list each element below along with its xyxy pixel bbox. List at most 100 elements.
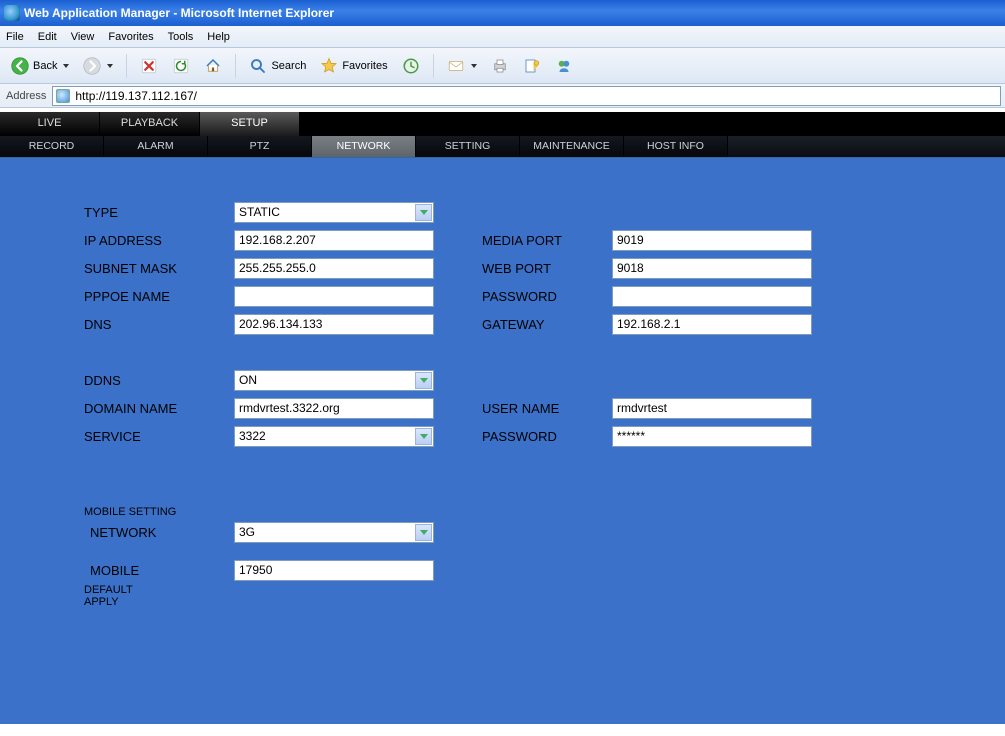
separator bbox=[126, 54, 127, 78]
tab-hostinfo[interactable]: HOST INFO bbox=[624, 136, 728, 157]
tab-setup[interactable]: SETUP bbox=[200, 112, 300, 136]
forward-icon bbox=[83, 57, 101, 75]
menu-tools[interactable]: Tools bbox=[168, 31, 194, 43]
favorites-label: Favorites bbox=[342, 60, 387, 72]
menu-view[interactable]: View bbox=[71, 31, 95, 43]
chevron-down-icon bbox=[415, 372, 432, 389]
home-icon bbox=[204, 57, 222, 75]
main-tabs: LIVE PLAYBACK SETUP bbox=[0, 112, 1005, 136]
menu-edit[interactable]: Edit bbox=[38, 31, 57, 43]
pppoe-input[interactable] bbox=[234, 286, 434, 307]
ie-icon bbox=[4, 5, 20, 21]
dns-input[interactable]: 202. 96. 134. 133 bbox=[234, 314, 434, 335]
search-button[interactable]: Search bbox=[244, 53, 311, 79]
back-icon bbox=[11, 57, 29, 75]
mobile-heading: MOBILE SETTING bbox=[84, 506, 1005, 518]
ddns-password-input[interactable]: ****** bbox=[612, 426, 812, 447]
address-input[interactable] bbox=[52, 86, 1001, 106]
password-label: PASSWORD bbox=[482, 289, 612, 304]
address-label: Address bbox=[6, 90, 46, 102]
username-value: rmdvrtest bbox=[617, 401, 667, 415]
history-icon bbox=[402, 57, 420, 75]
tab-filler bbox=[300, 112, 1005, 136]
favorites-button[interactable]: Favorites bbox=[315, 53, 392, 79]
print-button[interactable] bbox=[486, 53, 514, 79]
ddns-label: DDNS bbox=[84, 373, 234, 388]
type-select[interactable]: STATIC bbox=[234, 202, 434, 223]
webport-input[interactable]: 9018 bbox=[612, 258, 812, 279]
mediaport-label: MEDIA PORT bbox=[482, 233, 612, 248]
tab-network[interactable]: NETWORK bbox=[312, 136, 416, 157]
network-label: NETWORK bbox=[84, 525, 234, 540]
ddns-select[interactable]: ON bbox=[234, 370, 434, 391]
service-select[interactable]: 3322 bbox=[234, 426, 434, 447]
tab-live[interactable]: LIVE bbox=[0, 112, 100, 136]
username-input[interactable]: rmdvrtest bbox=[612, 398, 812, 419]
gateway-input[interactable]: 192. 168. 2. 1 bbox=[612, 314, 812, 335]
gateway-oct4: 1 bbox=[674, 317, 681, 331]
dns-oct1: 202 bbox=[239, 317, 259, 331]
type-value: STATIC bbox=[239, 205, 280, 219]
ip-oct2: 168 bbox=[262, 233, 282, 247]
network-select[interactable]: 3G bbox=[234, 522, 434, 543]
ip-input[interactable]: 192. 168. 2. 207 bbox=[234, 230, 434, 251]
pppoe-password-input[interactable] bbox=[612, 286, 812, 307]
mediaport-input[interactable]: 9019 bbox=[612, 230, 812, 251]
messenger-icon bbox=[555, 57, 573, 75]
separator bbox=[433, 54, 434, 78]
refresh-icon bbox=[172, 57, 190, 75]
toolbar: Back Search Favorites bbox=[0, 48, 1005, 84]
forward-button[interactable] bbox=[78, 53, 118, 79]
refresh-button[interactable] bbox=[167, 53, 195, 79]
chevron-down-icon bbox=[107, 64, 113, 68]
domain-label: DOMAIN NAME bbox=[84, 401, 234, 416]
apply-button[interactable]: APPLY bbox=[84, 596, 1005, 608]
ip-label: IP ADDRESS bbox=[84, 233, 234, 248]
chevron-down-icon bbox=[415, 428, 432, 445]
ddns-value: ON bbox=[239, 373, 257, 387]
home-button[interactable] bbox=[199, 53, 227, 79]
tab-maintenance[interactable]: MAINTENANCE bbox=[520, 136, 624, 157]
domain-value: rmdvrtest.3322.org bbox=[239, 401, 340, 415]
edit-icon bbox=[523, 57, 541, 75]
ip-oct1: 192 bbox=[239, 233, 259, 247]
ddns-password-label: PASSWORD bbox=[482, 429, 612, 444]
dns-oct4: 133 bbox=[302, 317, 322, 331]
search-label: Search bbox=[271, 60, 306, 72]
stop-icon bbox=[140, 57, 158, 75]
menu-help[interactable]: Help bbox=[207, 31, 230, 43]
domain-input[interactable]: rmdvrtest.3322.org bbox=[234, 398, 434, 419]
page-icon bbox=[56, 89, 70, 103]
tab-playback[interactable]: PLAYBACK bbox=[100, 112, 200, 136]
edit-button[interactable] bbox=[518, 53, 546, 79]
chevron-down-icon bbox=[471, 64, 477, 68]
history-button[interactable] bbox=[397, 53, 425, 79]
dns-oct3: 134 bbox=[279, 317, 299, 331]
back-button[interactable]: Back bbox=[6, 53, 74, 79]
ddns-password-value: ****** bbox=[617, 429, 645, 443]
pppoe-label: PPPOE NAME bbox=[84, 289, 234, 304]
subnet-input[interactable]: 255. 255. 255. 0 bbox=[234, 258, 434, 279]
messenger-button[interactable] bbox=[550, 53, 578, 79]
webport-value: 9018 bbox=[617, 261, 644, 275]
menu-file[interactable]: File bbox=[6, 31, 24, 43]
tab-alarm[interactable]: ALARM bbox=[104, 136, 208, 157]
tab-ptz[interactable]: PTZ bbox=[208, 136, 312, 157]
menu-favorites[interactable]: Favorites bbox=[108, 31, 153, 43]
window-title: Web Application Manager - Microsoft Inte… bbox=[24, 6, 334, 20]
stop-button[interactable] bbox=[135, 53, 163, 79]
network-panel: TYPE STATIC IP ADDRESS 192. 168. 2. 207 … bbox=[0, 158, 1005, 724]
dns-label: DNS bbox=[84, 317, 234, 332]
tab-setting[interactable]: SETTING bbox=[416, 136, 520, 157]
mobile-input[interactable]: 17950 bbox=[234, 560, 434, 581]
tab-filler bbox=[728, 136, 1005, 157]
webport-label: WEB PORT bbox=[482, 261, 612, 276]
gateway-oct1: 192 bbox=[617, 317, 637, 331]
mail-button[interactable] bbox=[442, 53, 482, 79]
sub-tabs: RECORD ALARM PTZ NETWORK SETTING MAINTEN… bbox=[0, 136, 1005, 158]
gateway-label: GATEWAY bbox=[482, 317, 612, 332]
username-label: USER NAME bbox=[482, 401, 612, 416]
default-button[interactable]: DEFAULT bbox=[84, 584, 1005, 596]
tab-record[interactable]: RECORD bbox=[0, 136, 104, 157]
back-label: Back bbox=[33, 60, 57, 72]
